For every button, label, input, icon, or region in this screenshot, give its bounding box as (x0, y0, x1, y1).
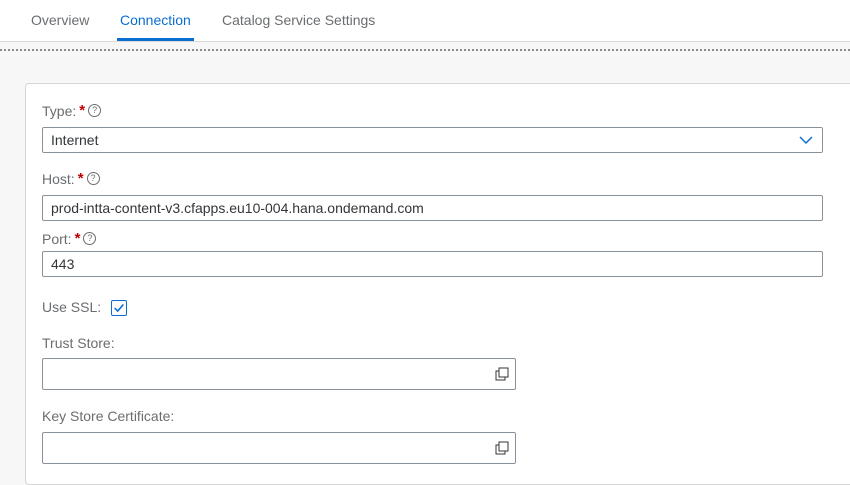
use-ssl-label-text: Use SSL: (42, 299, 102, 315)
required-indicator: * (77, 170, 84, 187)
value-help-icon[interactable] (495, 441, 509, 455)
type-label-text: Type: (42, 102, 77, 119)
host-label-text: Host: (42, 170, 75, 187)
key-store-certificate-label: Key Store Certificate: (42, 408, 174, 424)
section-divider (0, 49, 850, 51)
use-ssl-checkbox[interactable] (111, 300, 127, 316)
tab-catalog-service-settings[interactable]: Catalog Service Settings (222, 0, 375, 41)
required-indicator: * (74, 230, 81, 247)
key-store-certificate-input[interactable] (42, 432, 516, 464)
type-select[interactable]: Internet (42, 127, 823, 153)
trust-store-input[interactable] (42, 358, 516, 390)
trust-store-label-text: Trust Store: (42, 335, 115, 351)
host-label: Host: * ? (42, 170, 100, 187)
tab-connection-label: Connection (120, 12, 191, 28)
chevron-down-icon (799, 136, 813, 145)
value-help-icon[interactable] (495, 367, 509, 381)
tab-connection[interactable]: Connection (117, 0, 194, 41)
port-input[interactable]: 443 (42, 251, 823, 277)
help-icon[interactable]: ? (83, 232, 97, 245)
tab-overview[interactable]: Overview (31, 0, 89, 41)
host-input[interactable]: prod-intta-content-v3.cfapps.eu10-004.ha… (42, 195, 823, 221)
required-indicator: * (79, 102, 86, 119)
active-tab-indicator (117, 38, 194, 41)
port-label-text: Port: (42, 230, 72, 247)
help-icon[interactable]: ? (88, 104, 102, 117)
type-label: Type: * ? (42, 102, 102, 119)
use-ssl-label: Use SSL: (42, 299, 101, 315)
trust-store-label: Trust Store: (42, 335, 115, 351)
port-label: Port: * ? (42, 230, 97, 247)
tab-bar: Overview Connection Catalog Service Sett… (0, 0, 850, 42)
type-select-value: Internet (51, 132, 99, 148)
help-icon[interactable]: ? (86, 172, 100, 185)
connection-form-panel: Type: * ? Internet Host: * ? prod-intta-… (25, 83, 850, 485)
checkmark-icon (114, 303, 124, 313)
key-store-certificate-label-text: Key Store Certificate: (42, 408, 175, 424)
